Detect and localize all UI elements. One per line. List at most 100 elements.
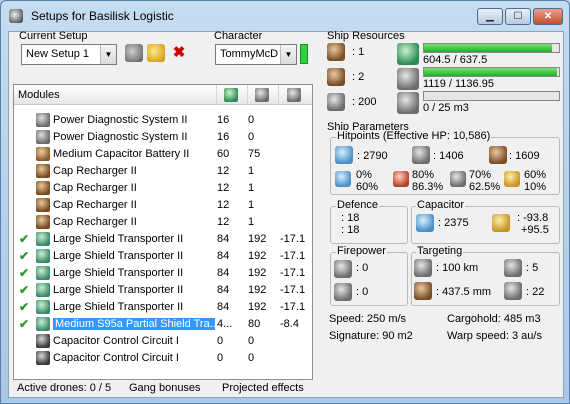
module-row[interactable]: Cap Recharger II 12 1 [14, 163, 312, 180]
module-row[interactable]: ✔ Medium S95a Partial Shield Tra... 4... 80… [14, 316, 312, 333]
cargohold-value: Cargohold: 485 m3 [447, 313, 541, 325]
cargo-bay-icon [397, 92, 419, 114]
delete-setup-icon[interactable]: ✖ [170, 44, 188, 62]
module-row[interactable]: Medium Capacitor Battery II 60 75 [14, 146, 312, 163]
structure-hp-value: : 1609 [509, 150, 540, 162]
module-row[interactable]: Capacitor Control Circuit I 0 0 [14, 333, 312, 350]
armor-icon [412, 146, 430, 164]
shield-hp-value: : 2790 [357, 150, 388, 162]
module-cpu: 4... [217, 318, 233, 330]
module-name: Cap Recharger II [53, 216, 137, 228]
resist-em-top: 0% [356, 169, 372, 181]
active-check-icon[interactable]: ✔ [19, 317, 29, 331]
module-row[interactable]: ✔ Large Shield Transporter II 84 192 -17.1 [14, 248, 312, 265]
module-row[interactable]: Capacitor Control Circuit I 0 0 [14, 350, 312, 367]
active-check-icon[interactable]: ✔ [19, 283, 29, 297]
module-powergrid: 0 [248, 114, 255, 126]
character-select[interactable]: TommyMcD ▼ [215, 44, 297, 65]
maximize-button[interactable]: ☐ [505, 8, 531, 25]
module-row[interactable]: Power Diagnostic System II 16 0 [14, 129, 312, 146]
module-name: Medium S95a Partial Shield Tra... [53, 318, 215, 330]
launcher-hardpoints-value: : 2 [352, 71, 365, 83]
turret-damage-icon [334, 260, 352, 278]
shield-transporter-icon [36, 249, 50, 263]
capacitor-label: Capacitor [416, 199, 466, 211]
shield-icon [335, 146, 353, 164]
module-name: Large Shield Transporter II [53, 233, 184, 245]
active-check-icon[interactable]: ✔ [19, 249, 29, 263]
module-row[interactable]: Cap Recharger II 12 1 [14, 197, 312, 214]
capacitor-column-icon[interactable] [287, 88, 301, 102]
module-row[interactable]: Cap Recharger II 12 1 [14, 180, 312, 197]
module-cpu: 84 [217, 301, 230, 313]
powergrid-icon [397, 68, 419, 90]
module-powergrid: 1 [248, 165, 255, 177]
module-row[interactable]: ✔ Large Shield Transporter II 84 192 -17.1 [14, 282, 312, 299]
shield-transporter-icon [36, 232, 50, 246]
module-row[interactable]: ✔ Large Shield Transporter II 84 192 -17.1 [14, 231, 312, 248]
active-check-icon[interactable]: ✔ [19, 232, 29, 246]
module-name: Large Shield Transporter II [53, 301, 184, 313]
character-value: TommyMcD [220, 48, 279, 60]
copy-setup-icon[interactable] [125, 44, 143, 62]
minimize-button[interactable]: ▁ [477, 8, 503, 25]
firepower-label: Firepower [336, 245, 387, 257]
edit-setup-icon[interactable] [147, 44, 165, 62]
cpu-column-icon[interactable] [224, 88, 238, 102]
module-name: Power Diagnostic System II [53, 114, 188, 126]
resist-explosive-top: 60% [524, 169, 547, 181]
recharger-icon [36, 215, 50, 229]
module-row[interactable]: Cap Recharger II 12 1 [14, 214, 312, 231]
speed-value: Speed: 250 m/s [329, 313, 407, 325]
character-label: Character [214, 30, 263, 42]
module-powergrid: 192 [248, 250, 267, 262]
current-setup-label: Current Setup [19, 30, 88, 42]
module-powergrid: 0 [248, 352, 255, 364]
cap-delta-top: : -93.8 [517, 212, 549, 224]
cap-recharge-icon [492, 214, 510, 232]
module-powergrid: 192 [248, 233, 267, 245]
module-name: Medium Capacitor Battery II [53, 148, 190, 160]
current-setup-select[interactable]: New Setup 1 ▼ [21, 44, 117, 65]
client-area: Current Setup New Setup 1 ▼ ✖ Character … [8, 30, 564, 398]
hitpoints-label: Hitpoints (Effective HP: 10,586) [336, 130, 492, 142]
module-name: Large Shield Transporter II [53, 267, 184, 279]
cpu-bar-fill [424, 44, 552, 52]
active-check-icon[interactable]: ✔ [19, 266, 29, 280]
cpu-bar [423, 43, 560, 53]
module-capacitor: -17.1 [280, 301, 306, 313]
drone-bay-icon [327, 93, 345, 111]
title-bar[interactable]: Setups for Basilisk Logistic ▁ ☐ ✕ [1, 1, 569, 31]
module-name: Large Shield Transporter II [53, 284, 184, 296]
projected-effects-link[interactable]: Projected effects [222, 382, 304, 394]
module-row[interactable]: ✔ Large Shield Transporter II 84 192 -17.1 [14, 299, 312, 316]
module-name: Capacitor Control Circuit I [53, 335, 179, 347]
capacitor-icon [416, 214, 434, 232]
module-cpu: 0 [217, 335, 224, 347]
warp-speed-value: Warp speed: 3 au/s [447, 330, 542, 342]
module-row[interactable]: ✔ Large Shield Transporter II 84 192 -17.1 [14, 265, 312, 282]
module-row[interactable]: Power Diagnostic System II 16 0 [14, 112, 312, 129]
module-cpu: 84 [217, 233, 230, 245]
module-cpu: 84 [217, 267, 230, 279]
powergrid-column-icon[interactable] [255, 88, 269, 102]
column-divider [247, 85, 248, 105]
missile-damage-icon [334, 283, 352, 301]
current-setup-value: New Setup 1 [26, 48, 89, 60]
drone-bay-value: : 200 [352, 96, 377, 108]
thermal-resist-icon [393, 171, 409, 187]
shield-transporter-icon [36, 300, 50, 314]
chevron-down-icon: ▼ [280, 45, 296, 64]
powergrid-value: 1119 / 1136.95 [423, 78, 494, 90]
circuit-icon [36, 351, 50, 365]
signature-value: Signature: 90 m2 [329, 330, 413, 342]
active-check-icon[interactable]: ✔ [19, 300, 29, 314]
module-cpu: 60 [217, 148, 230, 160]
close-button[interactable]: ✕ [533, 8, 563, 25]
column-divider [278, 85, 279, 105]
powergrid-bar [423, 67, 560, 77]
module-name: Power Diagnostic System II [53, 131, 188, 143]
gang-bonuses-link[interactable]: Gang bonuses [129, 382, 201, 394]
modules-list[interactable]: Modules Power Diagnostic System II 16 0 Pow… [13, 84, 313, 380]
module-powergrid: 75 [248, 148, 261, 160]
